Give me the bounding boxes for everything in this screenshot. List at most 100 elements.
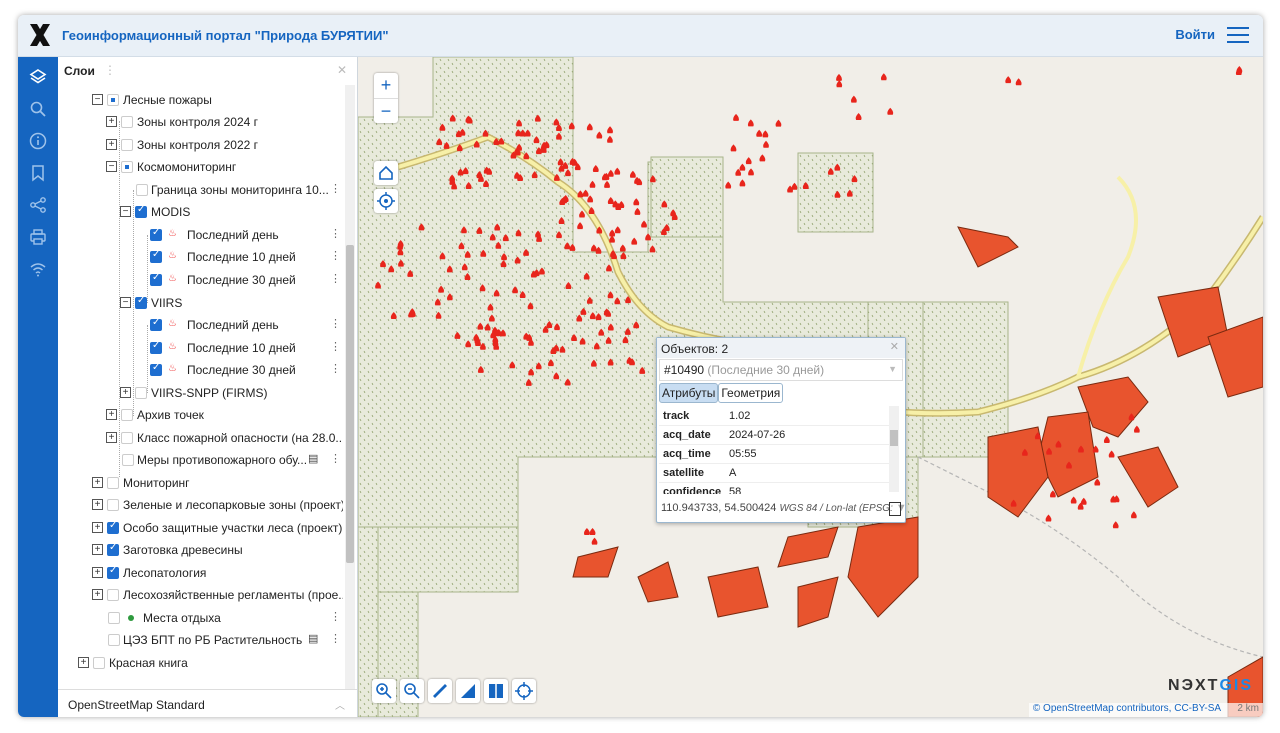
fire-point[interactable]: [583, 528, 590, 536]
layer-item[interactable]: ♨ Последние 10 дней ⋮: [58, 246, 343, 268]
attribution-link[interactable]: © OpenStreetMap contributors, CC-BY-SA: [1033, 703, 1221, 714]
fire-point[interactable]: [880, 73, 887, 81]
layer-checkbox[interactable]: [108, 612, 120, 624]
login-button[interactable]: Войти: [1175, 27, 1215, 42]
layer-checkbox[interactable]: [93, 657, 105, 669]
layer-item[interactable]: + VIIRS-SNPP (FIRMS): [58, 382, 343, 404]
layer-checkbox[interactable]: [136, 184, 148, 196]
layer-checkbox[interactable]: [107, 565, 119, 579]
layer-item[interactable]: + Зоны контроля 2024 г: [58, 111, 343, 133]
expand-icon[interactable]: +: [92, 589, 103, 600]
layer-item[interactable]: + Лесопатология: [58, 562, 343, 584]
fire-point[interactable]: [1133, 425, 1140, 433]
layer-checkbox[interactable]: [107, 542, 119, 556]
collapse-icon[interactable]: −: [106, 161, 117, 172]
expand-icon[interactable]: +: [120, 387, 131, 398]
fire-point[interactable]: [579, 210, 585, 218]
fire-point[interactable]: [1070, 496, 1077, 504]
layer-item[interactable]: + Класс пожарной опасности (на 28.0...: [58, 427, 343, 449]
fire-point[interactable]: [739, 179, 746, 187]
chevron-up-icon[interactable]: ︿: [335, 697, 345, 712]
fire-point[interactable]: [1108, 450, 1115, 458]
layer-checkbox[interactable]: [121, 161, 133, 173]
fire-point[interactable]: [775, 119, 782, 127]
fire-point[interactable]: [589, 527, 596, 535]
home-button[interactable]: [374, 161, 398, 185]
fire-point[interactable]: [762, 130, 769, 138]
layer-checkbox[interactable]: [135, 295, 147, 309]
expand-icon[interactable]: +: [92, 477, 103, 488]
fire-point[interactable]: [1015, 78, 1022, 86]
layer-checkbox[interactable]: [107, 520, 119, 534]
fire-point[interactable]: [619, 244, 626, 252]
layer-item[interactable]: + Особо защитные участки леса (проект): [58, 517, 343, 539]
layer-item[interactable]: + Заготовка древесины: [58, 539, 343, 561]
identify-button[interactable]: [512, 679, 536, 703]
fire-point[interactable]: [609, 235, 615, 243]
layer-item[interactable]: + Зоны контроля 2022 г: [58, 134, 343, 156]
scrollbar-thumb[interactable]: [346, 245, 354, 563]
close-icon[interactable]: ✕: [337, 63, 347, 77]
fire-point[interactable]: [607, 126, 613, 134]
basemap-selector[interactable]: OpenStreetMap Standard ︿: [58, 689, 357, 717]
more-icon[interactable]: ⋮: [330, 317, 341, 330]
feature-select[interactable]: #10490 (Последние 30 дней) ▼: [659, 359, 903, 381]
expand-icon[interactable]: +: [106, 139, 117, 150]
more-icon[interactable]: ⋮: [330, 182, 341, 195]
layer-checkbox[interactable]: [135, 387, 147, 399]
layer-item[interactable]: Меры противопожарного обу... ▤ ⋮: [58, 449, 343, 471]
layer-checkbox[interactable]: [121, 432, 133, 444]
layer-checkbox[interactable]: [107, 477, 119, 489]
fire-point[interactable]: [745, 157, 752, 165]
layer-item[interactable]: ♨ Последний день ⋮: [58, 314, 343, 336]
app-logo-icon[interactable]: [28, 21, 52, 49]
fire-point[interactable]: [739, 163, 746, 171]
fire-point[interactable]: [629, 170, 636, 178]
more-icon[interactable]: ⋮: [330, 610, 341, 623]
fire-point[interactable]: [586, 123, 593, 131]
fire-point[interactable]: [836, 73, 842, 81]
expand-icon[interactable]: +: [92, 544, 103, 555]
layer-checkbox[interactable]: [121, 409, 133, 421]
drag-handle-icon[interactable]: ⋮: [104, 63, 116, 77]
locate-button[interactable]: [374, 189, 398, 213]
fire-point[interactable]: [607, 169, 614, 177]
layer-item[interactable]: ♨ Последний день ⋮: [58, 224, 343, 246]
layer-item[interactable]: + Архив точек: [58, 404, 343, 426]
fire-point[interactable]: [1045, 514, 1052, 522]
popup-scrollbar[interactable]: [889, 406, 899, 492]
fire-point[interactable]: [577, 222, 583, 230]
fire-point[interactable]: [887, 107, 894, 115]
zoom-in-box-button[interactable]: [372, 679, 396, 703]
collapse-icon[interactable]: −: [120, 206, 131, 217]
layer-item[interactable]: ♨ Последние 10 дней ⋮: [58, 337, 343, 359]
fire-point[interactable]: [614, 167, 621, 175]
zoom-out-box-button[interactable]: [400, 679, 424, 703]
fire-point[interactable]: [836, 80, 843, 88]
layer-item[interactable]: − Космомониторинг: [58, 156, 343, 178]
copy-icon[interactable]: [889, 502, 901, 516]
layer-item[interactable]: + Лесохозяйственные регламенты (прое...: [58, 584, 343, 606]
collapse-icon[interactable]: −: [92, 94, 103, 105]
layer-item[interactable]: Граница зоны мониторинга 10... ⋮: [58, 179, 343, 201]
more-icon[interactable]: ⋮: [330, 340, 341, 353]
layer-checkbox[interactable]: [122, 454, 134, 466]
layer-item[interactable]: Места отдыха ⋮: [58, 607, 343, 629]
fire-point[interactable]: [1094, 478, 1101, 486]
swipe-button[interactable]: [484, 679, 508, 703]
fire-point[interactable]: [759, 154, 766, 162]
fire-point[interactable]: [607, 135, 613, 143]
fire-point[interactable]: [747, 119, 754, 127]
more-icon[interactable]: ⋮: [330, 227, 341, 240]
layer-item[interactable]: − Лесные пожары: [58, 89, 343, 111]
layer-checkbox[interactable]: [108, 634, 120, 646]
layer-checkbox[interactable]: [150, 249, 162, 263]
tab-geometry[interactable]: Геометрия: [718, 383, 784, 403]
fire-point[interactable]: [1005, 76, 1012, 84]
layer-item[interactable]: + Мониторинг: [58, 472, 343, 494]
fire-point[interactable]: [607, 196, 614, 204]
tab-attributes[interactable]: Атрибуты: [659, 383, 719, 403]
fire-point[interactable]: [596, 131, 603, 139]
fire-point[interactable]: [590, 244, 597, 252]
fire-point[interactable]: [589, 180, 596, 188]
